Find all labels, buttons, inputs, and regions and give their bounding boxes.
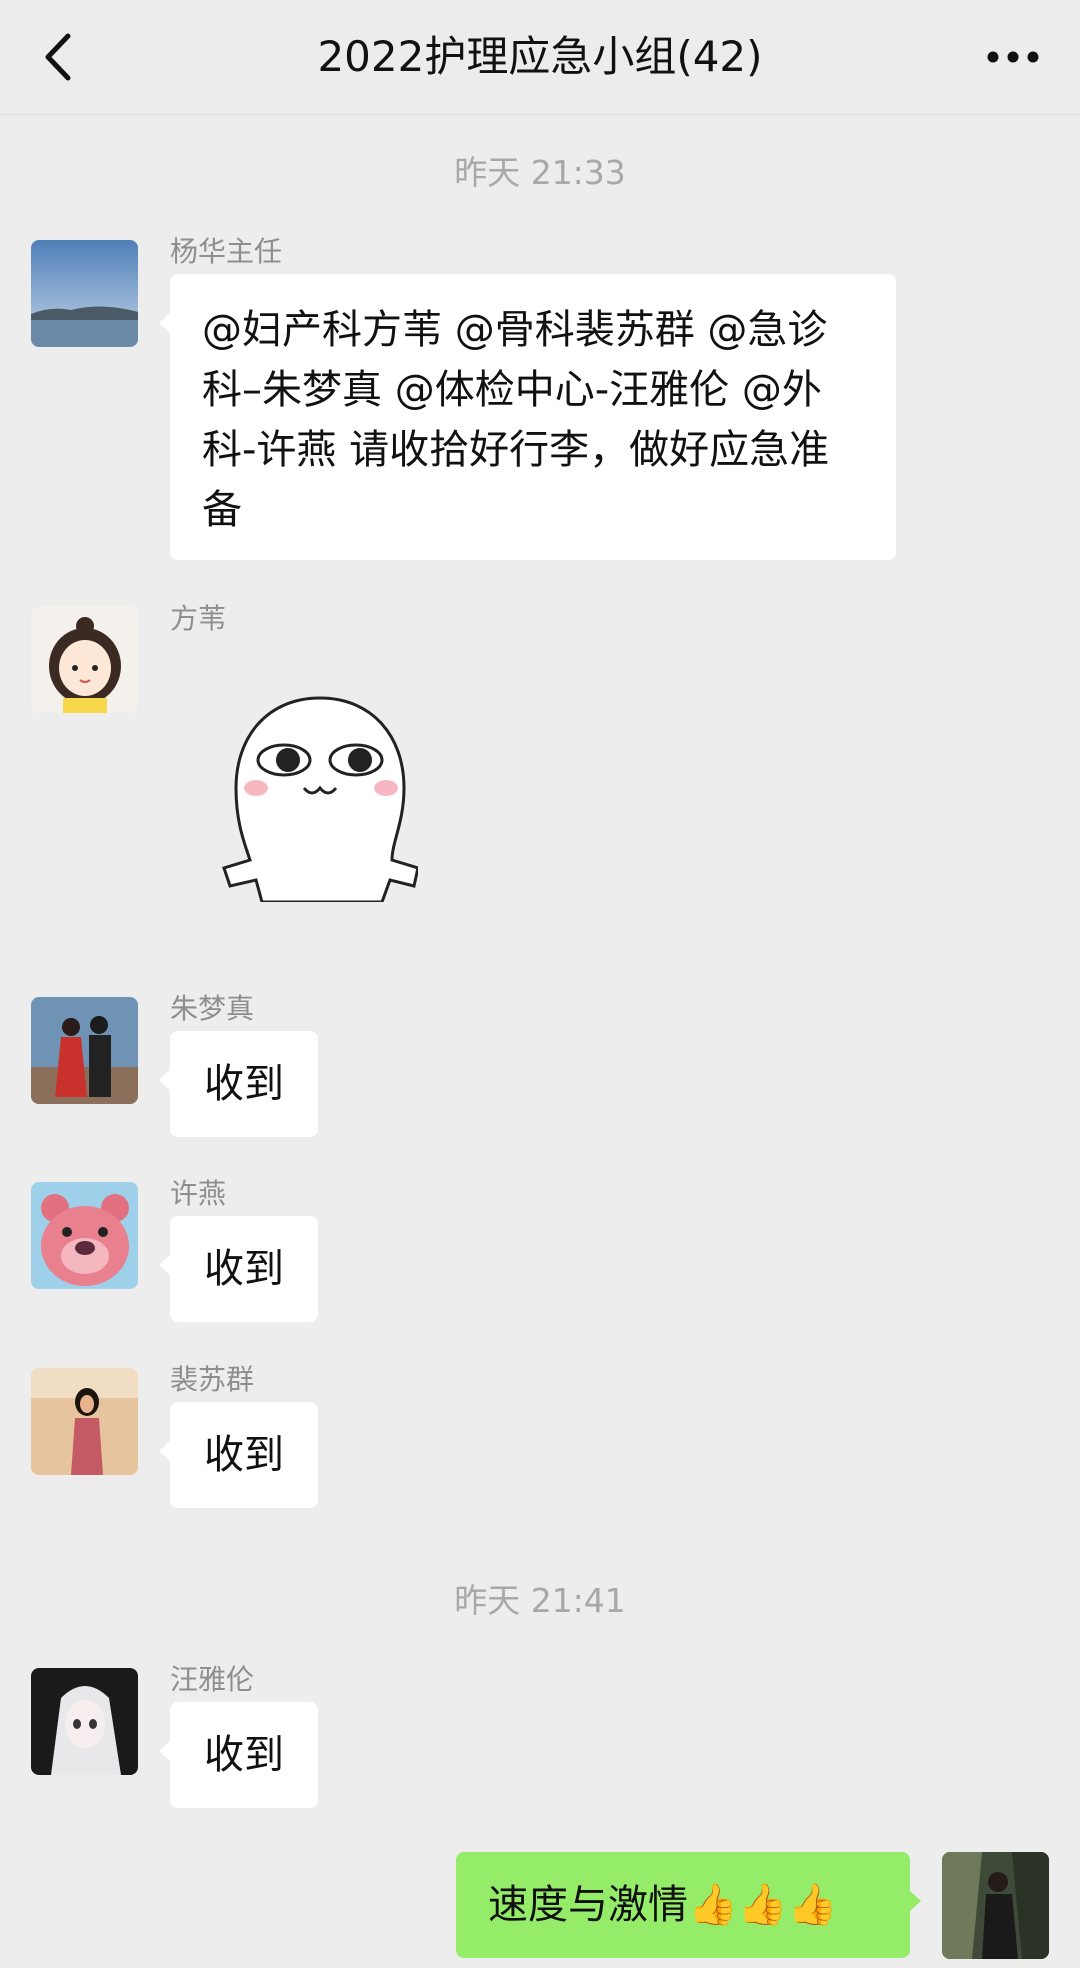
message-text: 速度与激情👍👍👍 xyxy=(488,1882,838,1928)
sender-name: 朱梦真 xyxy=(170,992,255,1025)
message-bubble[interactable]: 收到 xyxy=(159,1702,318,1808)
pink-bear-avatar-image xyxy=(31,1182,138,1289)
message-bubble[interactable]: 收到 xyxy=(159,1031,318,1137)
message-bubble[interactable]: @妇产科方苇 @骨科裴苏群 @急诊科–朱梦真 @体检中心-汪雅伦 @外科-许燕 … xyxy=(159,274,896,560)
chevron-left-icon xyxy=(45,33,71,81)
avatar-self[interactable] xyxy=(942,1852,1049,1959)
chat-title: 2022护理应急小组(42) xyxy=(317,32,763,81)
sender-name: 杨华主任 xyxy=(170,235,283,268)
back-button[interactable] xyxy=(36,30,80,84)
timestamp: 昨天 21:33 xyxy=(454,153,626,192)
sender-name: 汪雅伦 xyxy=(170,1663,255,1696)
chat-header: 2022护理应急小组(42) xyxy=(0,0,1080,115)
sticker-image xyxy=(222,696,420,904)
avatar-xuyan[interactable] xyxy=(31,1182,138,1289)
timestamp: 昨天 21:41 xyxy=(454,1581,626,1620)
sender-name: 方苇 xyxy=(170,602,227,635)
message-bubble[interactable]: 收到 xyxy=(159,1216,318,1322)
more-options-button[interactable] xyxy=(986,42,1040,72)
white-blob-sticker[interactable] xyxy=(222,692,420,904)
sender-name: 许燕 xyxy=(170,1177,227,1210)
landscape-avatar-image xyxy=(31,240,138,347)
beach-photo-avatar-image xyxy=(31,1368,138,1475)
message-bubble[interactable]: 收到 xyxy=(159,1402,318,1508)
avatar-wangyalun[interactable] xyxy=(31,1668,138,1775)
cartoon-girl-avatar-image xyxy=(31,606,138,713)
couple-photo-avatar-image xyxy=(31,997,138,1104)
avatar-peisuqun[interactable] xyxy=(31,1368,138,1475)
message-text: 收到 xyxy=(204,1432,284,1478)
message-text: 收到 xyxy=(204,1246,284,1292)
self-photo-avatar-image xyxy=(942,1852,1049,1959)
anime-girl-avatar-image xyxy=(31,1668,138,1775)
avatar-yanghua[interactable] xyxy=(31,240,138,347)
message-text: 收到 xyxy=(204,1061,284,1107)
self-message-bubble[interactable]: 速度与激情👍👍👍 xyxy=(456,1852,921,1958)
sender-name: 裴苏群 xyxy=(170,1363,255,1396)
message-text: 收到 xyxy=(204,1732,284,1778)
avatar-fangwei[interactable] xyxy=(31,606,138,713)
message-text: @妇产科方苇 @骨科裴苏群 @急诊科–朱梦真 @体检中心-汪雅伦 @外科-许燕 … xyxy=(202,307,830,533)
avatar-zhumengzhen[interactable] xyxy=(31,997,138,1104)
more-dots-icon xyxy=(987,51,1039,63)
